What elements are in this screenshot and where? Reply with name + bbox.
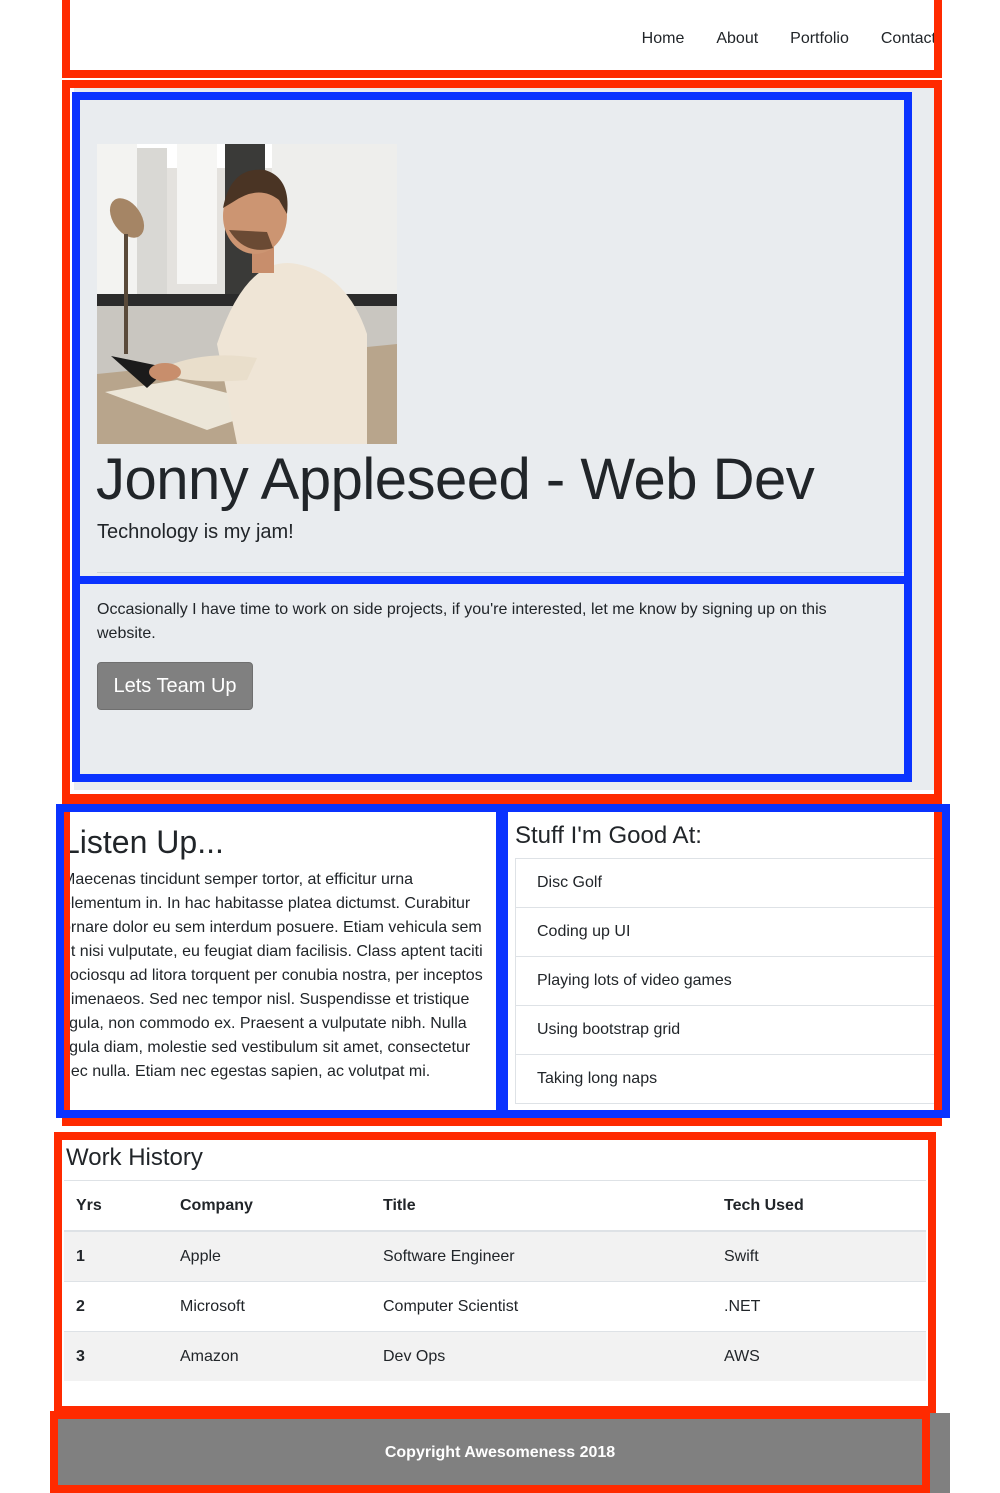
annotation-box-work-history: [54, 1132, 936, 1414]
annotation-box-hero: [62, 80, 942, 802]
annotation-box-footer: [50, 1411, 930, 1493]
annotation-box-listen-up: [56, 804, 504, 1118]
annotation-box-skills: [500, 804, 950, 1118]
annotation-box-nav: [62, 0, 942, 78]
